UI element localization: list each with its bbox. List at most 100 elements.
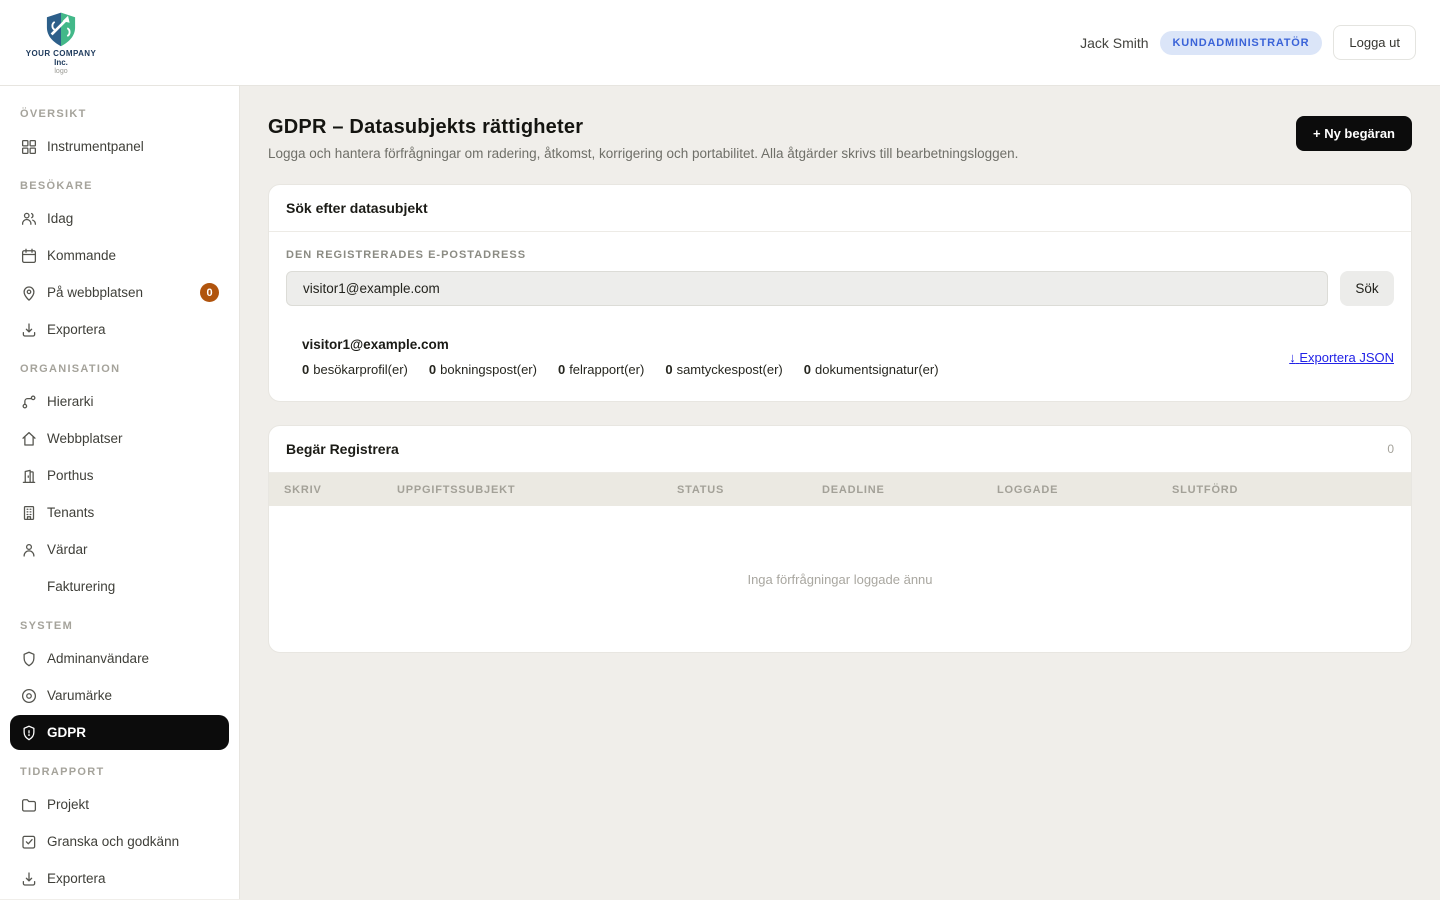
door-icon (20, 467, 38, 485)
export-link-label: Exportera JSON (1299, 350, 1394, 365)
sidebar-item-label: Exportera (47, 322, 106, 337)
logout-button[interactable]: Logga ut (1333, 25, 1416, 60)
sidebar-section-system: SYSTEM (0, 606, 239, 639)
calendar-icon (20, 247, 38, 265)
top-header: YOUR COMPANY Inc. logo Jack Smith KUNDAD… (0, 0, 1440, 86)
map-pin-icon (20, 284, 38, 302)
column-header-slutford: SLUTFÖRD (1172, 484, 1411, 496)
new-request-button[interactable]: + Ny begäran (1296, 116, 1412, 151)
building-icon (20, 504, 38, 522)
result-counts: 0besökarprofil(er) 0bokningspost(er) 0fe… (302, 362, 939, 377)
email-field-label: DEN REGISTRERADES E-POSTADRESS (286, 249, 1394, 261)
check-square-icon (20, 833, 38, 851)
page-title: GDPR – Datasubjekts rättigheter (268, 116, 1018, 139)
sidebar-item-vardar[interactable]: Värdar (10, 532, 229, 567)
sidebar-section-tidrapport: TIDRAPPORT (0, 752, 239, 785)
dashboard-grid-icon (20, 138, 38, 156)
sidebar-item-kommande[interactable]: Kommande (10, 238, 229, 273)
column-header-deadline: DEADLINE (822, 484, 997, 496)
download-arrow-icon: ↓ (1289, 350, 1296, 365)
sidebar-item-pa-webbplatsen[interactable]: På webbplatsen 0 (10, 275, 229, 310)
sidebar-item-label: Adminanvändare (47, 651, 149, 666)
sidebar-item-label: Exportera (47, 871, 106, 886)
count-label: samtyckespost(er) (677, 362, 783, 377)
empty-state-message: Inga förfrågningar loggade ännu (269, 506, 1411, 652)
count-label: felrapport(er) (569, 362, 644, 377)
sidebar-item-label: Varumärke (47, 688, 112, 703)
requests-card: Begär Registrera 0 SKRIV UPPGIFTSSUBJEKT… (268, 425, 1412, 653)
sidebar-item-webbplatser[interactable]: Webbplatser (10, 421, 229, 456)
count-value: 0 (665, 362, 672, 377)
main-content: GDPR – Datasubjekts rättigheter Logga oc… (240, 86, 1440, 899)
sidebar-item-granska-och-godkann[interactable]: Granska och godkänn (10, 824, 229, 859)
sidebar-item-label: Instrumentpanel (47, 139, 144, 154)
column-header-loggade: LOGGADE (997, 484, 1172, 496)
home-icon (20, 430, 38, 448)
brand-disc-icon (20, 687, 38, 705)
sidebar-item-label: Hierarki (47, 394, 94, 409)
users-icon (20, 210, 38, 228)
sidebar-item-exportera-tidrapport[interactable]: Exportera (10, 861, 229, 896)
count-value: 0 (804, 362, 811, 377)
sidebar-item-label: Granska och godkänn (47, 834, 179, 849)
sidebar-item-porthus[interactable]: Porthus (10, 458, 229, 493)
sidebar-section-besokare: BESÖKARE (0, 166, 239, 199)
column-header-subject: UPPGIFTSSUBJEKT (397, 484, 677, 496)
sidebar-item-fakturering[interactable]: Fakturering (10, 569, 229, 604)
sidebar-item-tenants[interactable]: Tenants (10, 495, 229, 530)
count-document-signatures: 0 dokumentsignatur(er) (804, 362, 939, 377)
sidebar-item-hierarki[interactable]: Hierarki (10, 384, 229, 419)
logo-company-name: YOUR COMPANY (26, 49, 96, 58)
hierarchy-icon (20, 393, 38, 411)
sidebar-item-label: Fakturering (47, 579, 115, 594)
sidebar-item-instrumentpanel[interactable]: Instrumentpanel (10, 129, 229, 164)
user-name: Jack Smith (1080, 35, 1148, 51)
count-label: bokningspost(er) (440, 362, 537, 377)
sidebar-item-label: Projekt (47, 797, 89, 812)
sidebar-item-label: Idag (47, 211, 73, 226)
export-json-link[interactable]: ↓ Exportera JSON (1289, 350, 1394, 365)
count-label: besökarprofil(er) (313, 362, 408, 377)
subject-email-input[interactable] (286, 271, 1328, 306)
sidebar-item-adminanvandare[interactable]: Adminanvändare (10, 641, 229, 676)
on-site-count-badge: 0 (200, 283, 219, 302)
logo-shield-icon (42, 11, 80, 47)
count-error-reports: 0felrapport(er) (558, 362, 644, 377)
requests-table-header: SKRIV UPPGIFTSSUBJEKT STATUS DEADLINE LO… (269, 473, 1411, 506)
search-button[interactable]: Sök (1340, 271, 1394, 306)
sidebar-item-exportera-besokare[interactable]: Exportera (10, 312, 229, 347)
sidebar-nav: ÖVERSIKT Instrumentpanel BESÖKARE Idag K… (0, 86, 240, 899)
sidebar-item-projekt[interactable]: Projekt (10, 787, 229, 822)
sidebar-item-label: På webbplatsen (47, 285, 143, 300)
count-value: 0 (429, 362, 436, 377)
download-icon (20, 870, 38, 888)
sidebar-item-varumarke[interactable]: Varumärke (10, 678, 229, 713)
count-booking-records: 0 bokningspost(er) (429, 362, 537, 377)
count-consent-records: 0 samtyckespost(er) (665, 362, 782, 377)
sidebar-item-idag[interactable]: Idag (10, 201, 229, 236)
sidebar-section-organisation: ORGANISATION (0, 349, 239, 382)
sidebar-item-label: Tenants (47, 505, 94, 520)
result-email: visitor1@example.com (302, 337, 939, 352)
shield-dot-icon (20, 724, 38, 742)
column-header-status: STATUS (677, 484, 822, 496)
column-header-skriv: SKRIV (269, 484, 397, 496)
download-icon (20, 321, 38, 339)
folder-icon (20, 796, 38, 814)
sidebar-item-label: Värdar (47, 542, 88, 557)
search-card-title: Sök efter datasubjekt (286, 200, 428, 216)
search-result-row: visitor1@example.com 0besökarprofil(er) … (286, 337, 1394, 377)
user-icon (20, 541, 38, 559)
sidebar-item-label: GDPR (47, 725, 86, 740)
sidebar-item-label: Porthus (47, 468, 94, 483)
search-subject-card: Sök efter datasubjekt DEN REGISTRERADES … (268, 184, 1412, 402)
requests-card-title: Begär Registrera (286, 441, 399, 457)
count-value: 0 (302, 362, 309, 377)
sidebar-item-label: Kommande (47, 248, 116, 263)
logo-inc: Inc. (54, 58, 68, 67)
sidebar-item-label: Webbplatser (47, 431, 123, 446)
page-subtitle: Logga och hantera förfrågningar om rader… (268, 146, 1018, 161)
count-visitor-profiles: 0 besökarprofil(er) (302, 362, 408, 377)
count-label: dokumentsignatur(er) (815, 362, 939, 377)
sidebar-item-gdpr[interactable]: GDPR (10, 715, 229, 750)
